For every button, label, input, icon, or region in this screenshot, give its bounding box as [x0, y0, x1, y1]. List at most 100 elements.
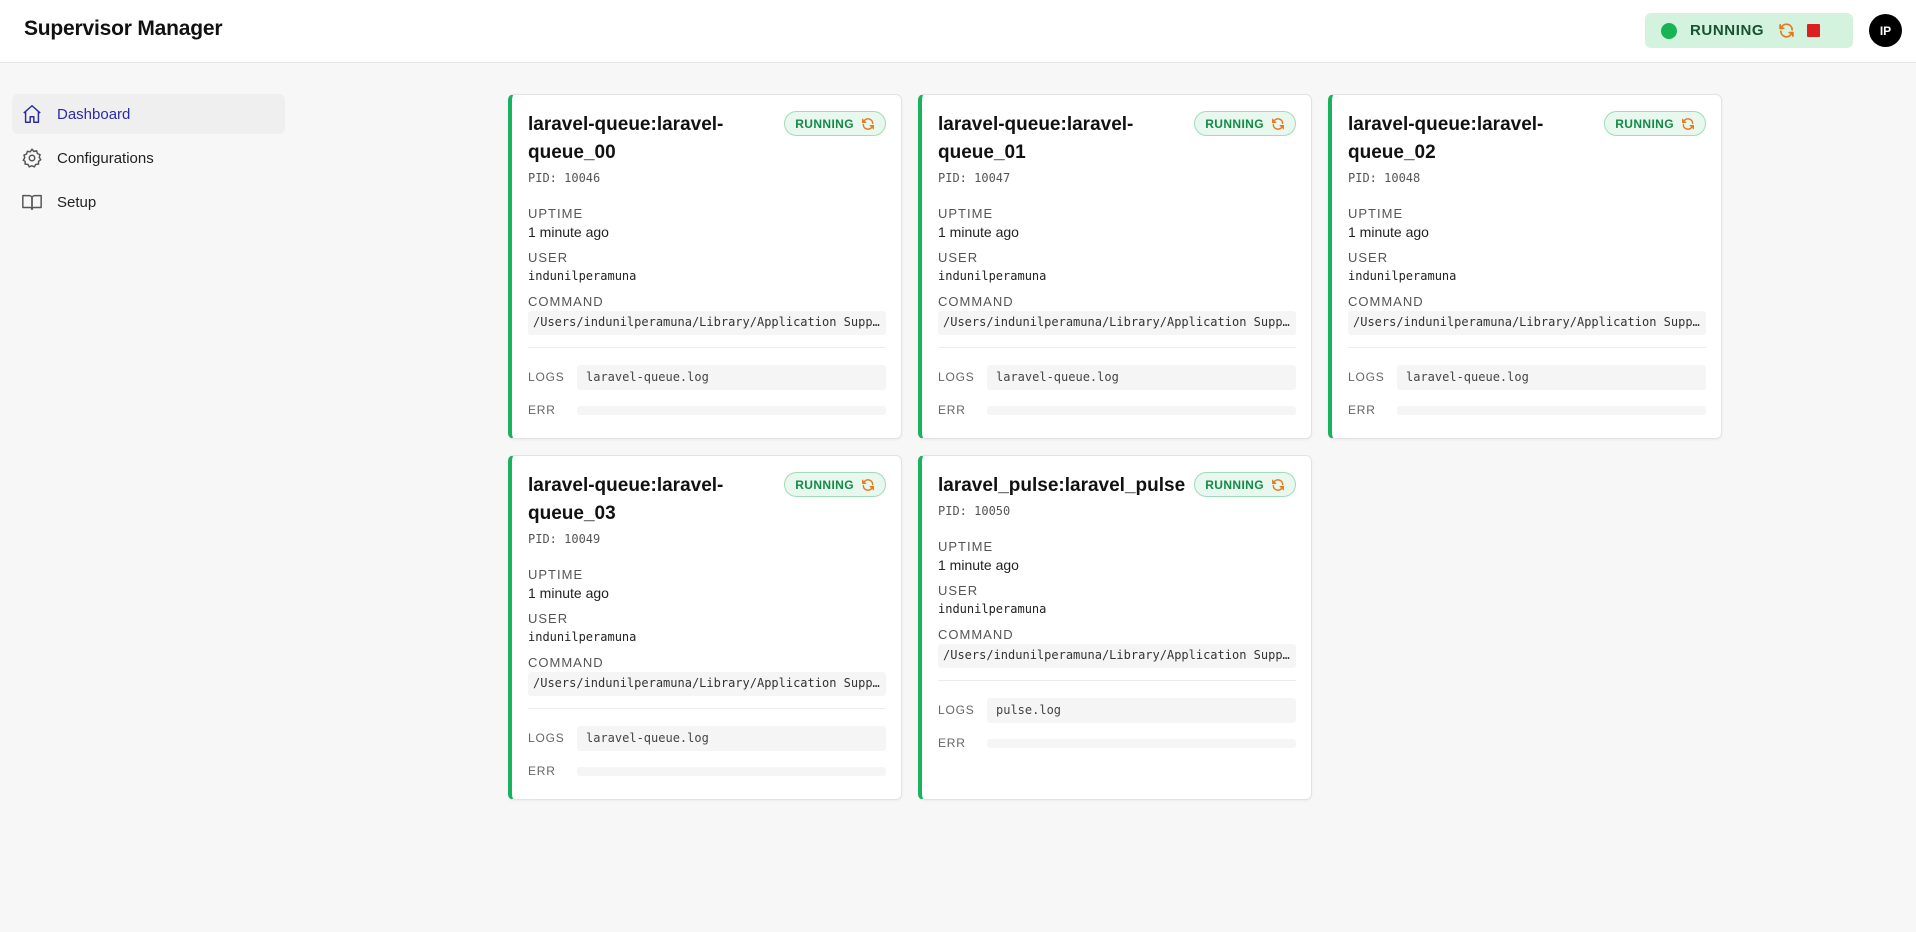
- process-name: laravel-queue:laravel-queue_02: [1348, 114, 1544, 163]
- uptime-label: UPTIME: [938, 206, 994, 221]
- uptime-label: UPTIME: [528, 206, 584, 221]
- command-label: COMMAND: [528, 294, 604, 309]
- user-value: indunilperamuna: [938, 602, 1047, 616]
- card-divider: [528, 708, 886, 709]
- sidebar-item-label: Configurations: [57, 149, 154, 167]
- command-label: COMMAND: [528, 655, 604, 670]
- err-file[interactable]: [577, 406, 886, 415]
- process-card: laravel-queue:laravel-queue_00 RUNNING P…: [508, 94, 902, 439]
- user-label: USER: [938, 583, 979, 598]
- logs-file[interactable]: laravel-queue.log: [577, 365, 886, 390]
- uptime-value: 1 minute ago: [938, 224, 1019, 240]
- user-value: indunilperamuna: [938, 269, 1047, 283]
- process-pid: PID: 10048: [1348, 171, 1421, 185]
- uptime-value: 1 minute ago: [938, 557, 1019, 573]
- logs-label: LOGS: [1348, 370, 1385, 384]
- process-name: laravel-queue:laravel-queue_00: [528, 114, 724, 163]
- process-status-text: RUNNING: [1205, 477, 1264, 492]
- process-name: laravel-queue:laravel-queue_01: [938, 114, 1134, 163]
- command-label: COMMAND: [938, 627, 1014, 642]
- user-label: USER: [938, 250, 979, 265]
- uptime-label: UPTIME: [528, 567, 584, 582]
- user-value: indunilperamuna: [528, 630, 637, 644]
- restart-icon[interactable]: [1681, 117, 1695, 131]
- sidebar-item-dashboard[interactable]: Dashboard: [12, 94, 285, 134]
- logs-file[interactable]: laravel-queue.log: [577, 726, 886, 751]
- sidebar-nav: Dashboard Configurations Setup: [12, 94, 285, 226]
- book-icon: [21, 191, 43, 213]
- sidebar-item-setup[interactable]: Setup: [12, 182, 285, 222]
- card-divider: [528, 347, 886, 348]
- sidebar-item-label: Dashboard: [57, 105, 131, 123]
- restart-icon[interactable]: [861, 117, 875, 131]
- restart-icon[interactable]: [1271, 478, 1285, 492]
- process-name: laravel_pulse:laravel_pulse: [938, 475, 1186, 496]
- supervisor-status-text: RUNNING: [1690, 22, 1765, 39]
- uptime-value: 1 minute ago: [528, 224, 609, 240]
- process-pid: PID: 10050: [938, 504, 1011, 518]
- err-file[interactable]: [987, 406, 1296, 415]
- user-label: USER: [528, 250, 569, 265]
- err-label: ERR: [528, 764, 556, 778]
- err-label: ERR: [528, 403, 556, 417]
- gear-icon: [21, 147, 43, 169]
- status-indicator-dot: [1661, 22, 1677, 39]
- process-card: laravel_pulse:laravel_pulse RUNNING PID:…: [918, 455, 1312, 800]
- app-title: Supervisor Manager: [24, 17, 223, 40]
- process-status-text: RUNNING: [1205, 116, 1264, 131]
- process-card: laravel-queue:laravel-queue_01 RUNNING P…: [918, 94, 1312, 439]
- process-status-badge: RUNNING: [1194, 111, 1296, 136]
- uptime-label: UPTIME: [1348, 206, 1404, 221]
- logs-file[interactable]: laravel-queue.log: [987, 365, 1296, 390]
- user-value: indunilperamuna: [1348, 269, 1457, 283]
- command-label: COMMAND: [1348, 294, 1424, 309]
- process-pid: PID: 10049: [528, 532, 601, 546]
- command-value: /Users/indunilperamuna/Library/Applicati…: [938, 311, 1296, 335]
- logs-label: LOGS: [528, 731, 565, 745]
- command-value: /Users/indunilperamuna/Library/Applicati…: [1348, 311, 1706, 335]
- stop-all-icon[interactable]: [1807, 24, 1820, 37]
- logs-label: LOGS: [938, 370, 975, 384]
- err-file[interactable]: [577, 767, 886, 776]
- logs-file[interactable]: pulse.log: [987, 698, 1296, 723]
- process-name: laravel-queue:laravel-queue_03: [528, 475, 724, 524]
- sidebar-item-configurations[interactable]: Configurations: [12, 138, 285, 178]
- process-status-badge: RUNNING: [1194, 472, 1296, 497]
- err-label: ERR: [1348, 403, 1376, 417]
- uptime-label: UPTIME: [938, 539, 994, 554]
- home-icon: [21, 103, 43, 125]
- command-value: /Users/indunilperamuna/Library/Applicati…: [938, 644, 1296, 668]
- process-pid: PID: 10047: [938, 171, 1011, 185]
- card-divider: [938, 680, 1296, 681]
- process-card: laravel-queue:laravel-queue_03 RUNNING P…: [508, 455, 902, 800]
- process-status-text: RUNNING: [1615, 116, 1674, 131]
- err-file[interactable]: [1397, 406, 1706, 415]
- restart-all-icon[interactable]: [1778, 22, 1795, 39]
- card-divider: [1348, 347, 1706, 348]
- err-label: ERR: [938, 403, 966, 417]
- process-card: laravel-queue:laravel-queue_02 RUNNING P…: [1328, 94, 1722, 439]
- sidebar-item-label: Setup: [57, 193, 97, 211]
- err-file[interactable]: [987, 739, 1296, 748]
- uptime-value: 1 minute ago: [1348, 224, 1429, 240]
- err-label: ERR: [938, 736, 966, 750]
- user-label: USER: [1348, 250, 1389, 265]
- process-status-text: RUNNING: [795, 477, 854, 492]
- command-label: COMMAND: [938, 294, 1014, 309]
- logs-label: LOGS: [528, 370, 565, 384]
- logs-file[interactable]: laravel-queue.log: [1397, 365, 1706, 390]
- user-label: USER: [528, 611, 569, 626]
- command-value: /Users/indunilperamuna/Library/Applicati…: [528, 672, 886, 696]
- process-pid: PID: 10046: [528, 171, 601, 185]
- process-status-badge: RUNNING: [1604, 111, 1706, 136]
- process-status-badge: RUNNING: [784, 111, 886, 136]
- user-avatar[interactable]: IP: [1869, 14, 1902, 47]
- process-status-text: RUNNING: [795, 116, 854, 131]
- uptime-value: 1 minute ago: [528, 585, 609, 601]
- top-bar: Supervisor Manager RUNNING IP: [0, 0, 1916, 63]
- restart-icon[interactable]: [861, 478, 875, 492]
- restart-icon[interactable]: [1271, 117, 1285, 131]
- command-value: /Users/indunilperamuna/Library/Applicati…: [528, 311, 886, 335]
- user-value: indunilperamuna: [528, 269, 637, 283]
- card-divider: [938, 347, 1296, 348]
